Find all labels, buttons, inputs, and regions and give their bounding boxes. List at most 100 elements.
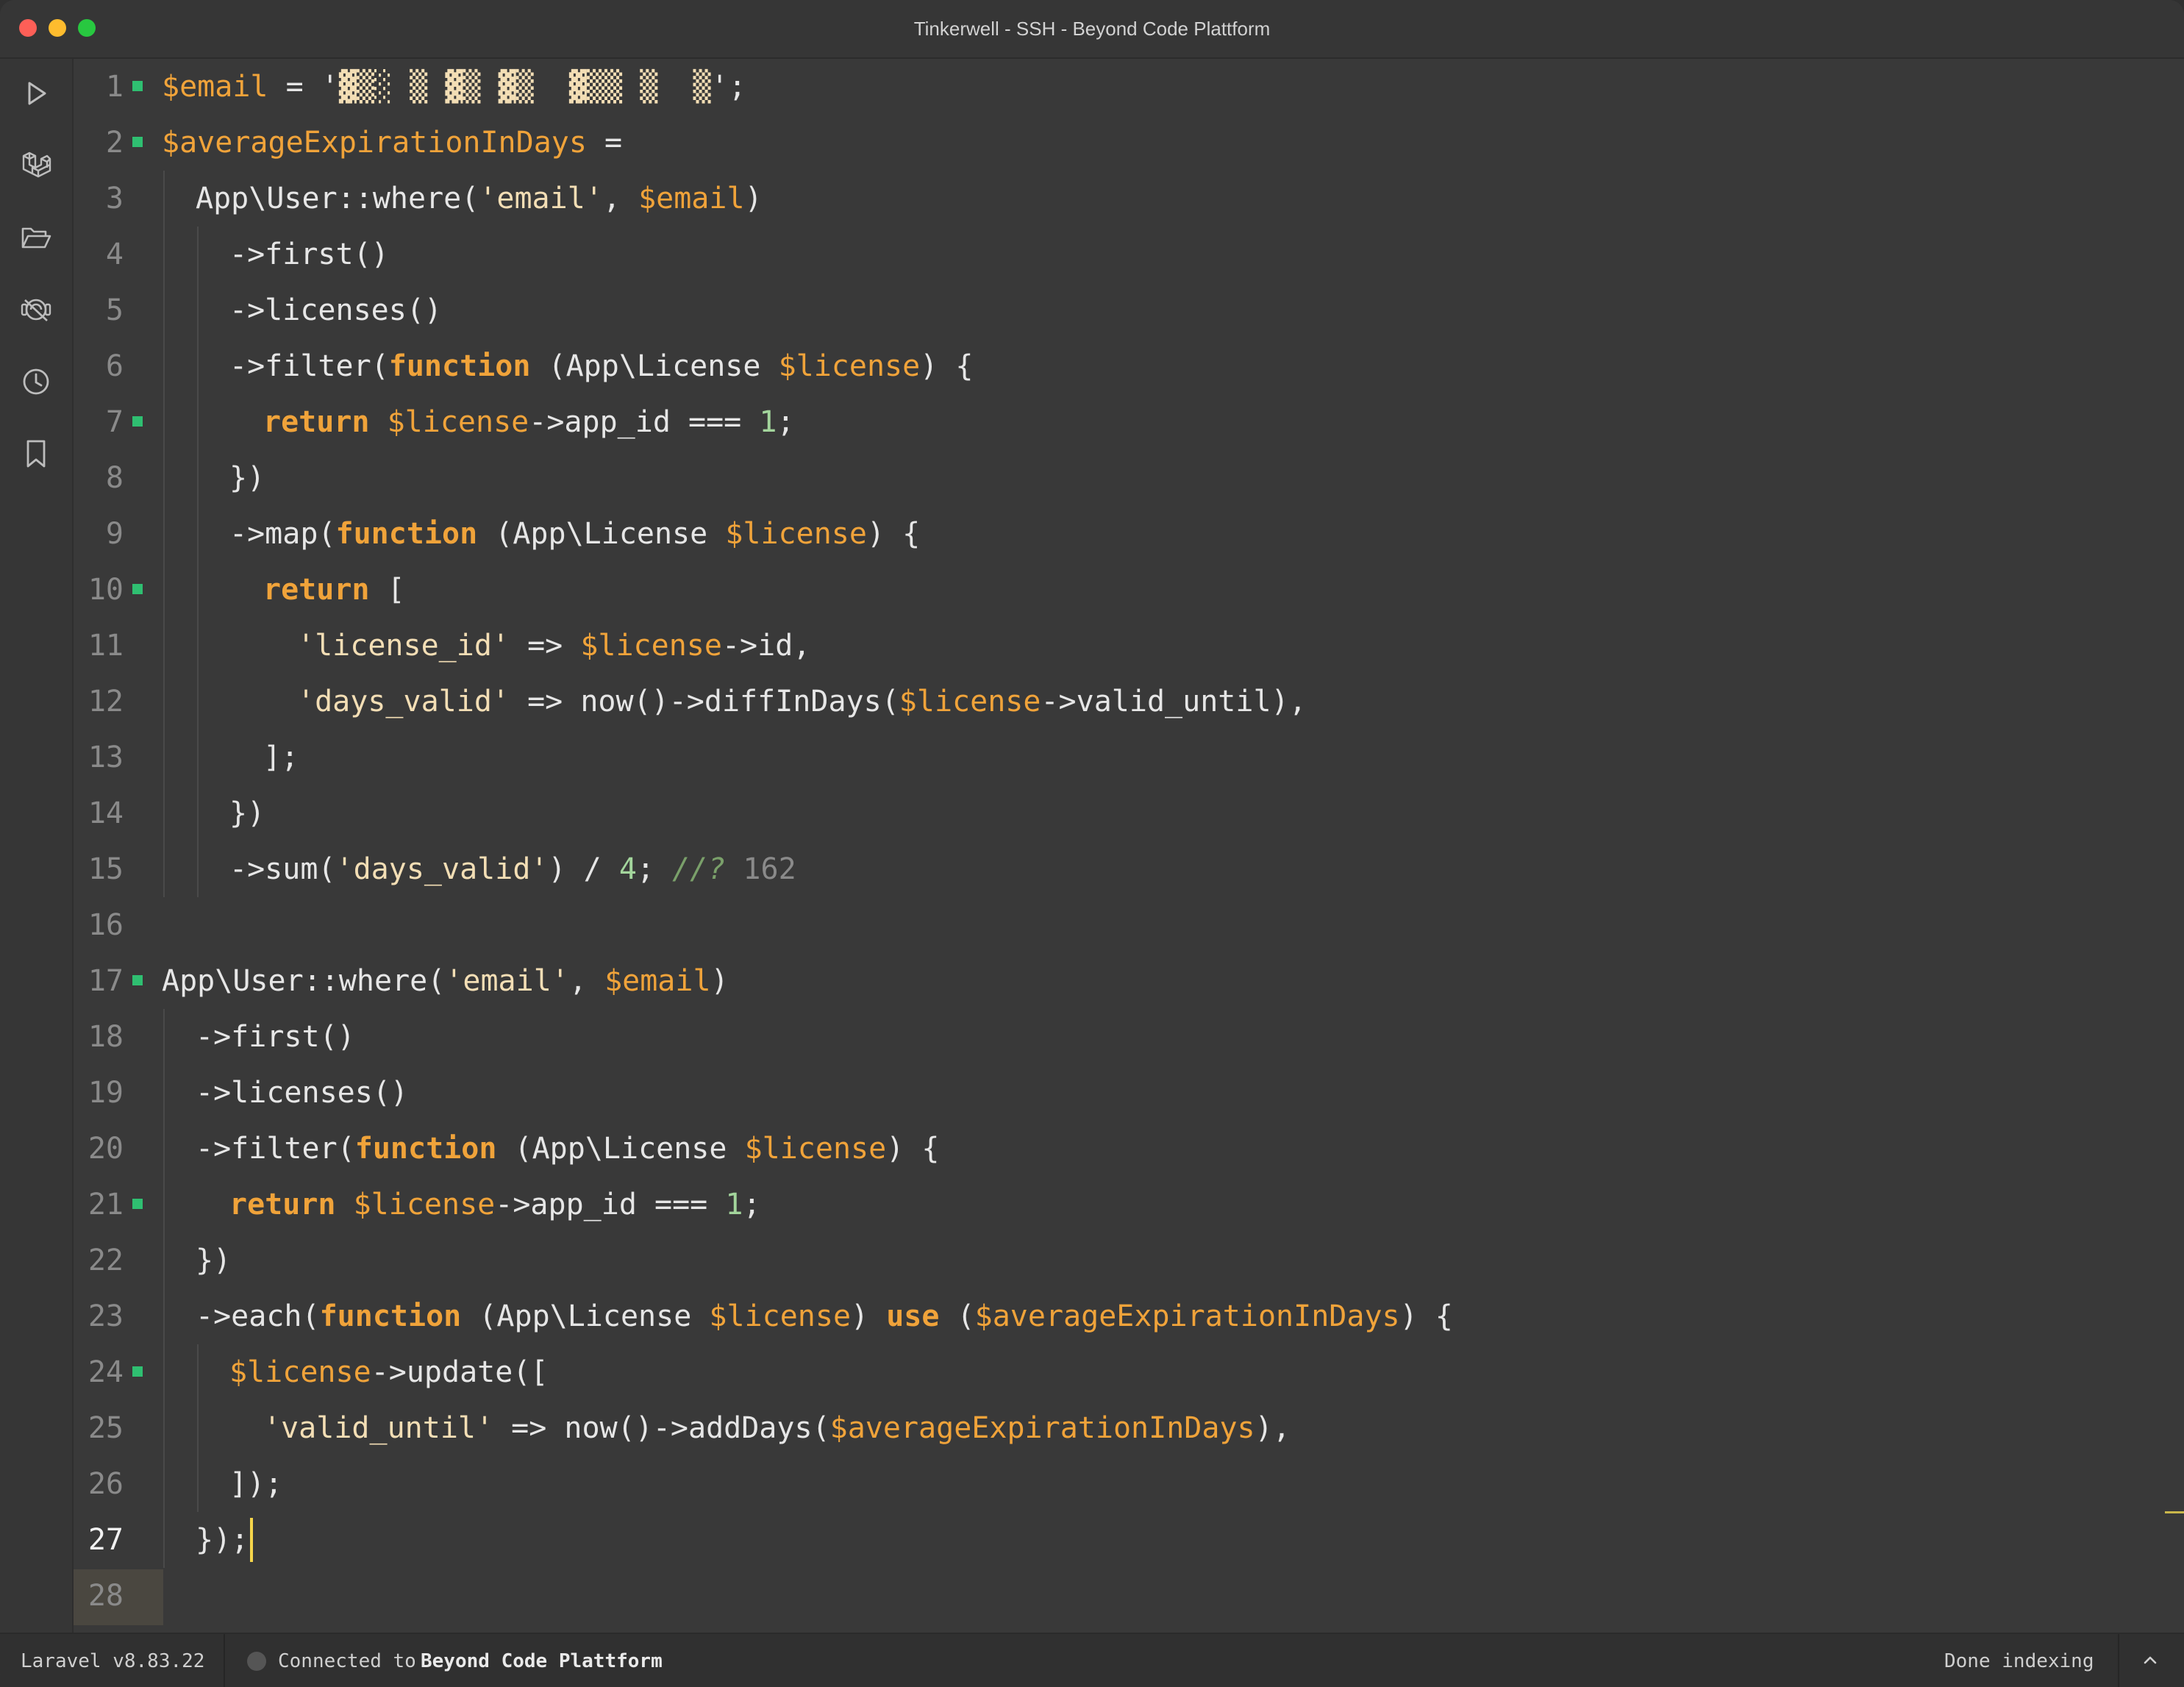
code-line[interactable]: 2 $averageExpirationInDays = [74, 115, 2103, 171]
line-number[interactable]: 9 [74, 506, 124, 562]
code-line[interactable]: 23 ->each(function (App\License $license)… [74, 1288, 2103, 1344]
code-text[interactable]: 'valid_until' => now()->addDays($average… [263, 1400, 1291, 1456]
code-text[interactable]: ->licenses() [229, 282, 442, 338]
code-text[interactable]: }); [196, 1512, 249, 1568]
code-token: $license [580, 629, 722, 663]
line-number[interactable]: 6 [74, 338, 124, 394]
code-line[interactable]: 20 ->filter(function (App\License $licens… [74, 1121, 2103, 1177]
code-line[interactable]: 17 App\User::where('email', $email) [74, 953, 2103, 1009]
line-number[interactable]: 2 [74, 115, 124, 171]
line-number[interactable]: 14 [74, 785, 124, 841]
code-line[interactable]: 26]); [74, 1456, 2103, 1512]
line-number[interactable]: 25 [74, 1400, 124, 1456]
code-line[interactable]: 25 'valid_until' => now()->addDays($avera… [74, 1400, 2103, 1456]
code-text[interactable]: }) [229, 450, 265, 506]
run-icon[interactable] [18, 75, 54, 112]
code-line[interactable]: 8}) [74, 450, 2103, 506]
code-text[interactable]: ->licenses() [196, 1065, 408, 1121]
code-token: $license [387, 405, 529, 439]
code-text[interactable]: App\User::where('email', $email) [196, 171, 763, 227]
code-line[interactable]: 9 ->map(function (App\License $license) { [74, 506, 2103, 562]
line-number[interactable]: 23 [74, 1288, 124, 1344]
code-text[interactable]: ->filter(function (App\License $license)… [229, 338, 973, 394]
code-line[interactable]: 27}); [74, 1512, 2103, 1568]
code-text[interactable]: 'license_id' => $license->id, [297, 618, 810, 674]
line-number[interactable]: 19 [74, 1065, 124, 1121]
line-number[interactable]: 15 [74, 841, 124, 897]
line-number[interactable]: 16 [74, 897, 124, 953]
line-number[interactable]: 22 [74, 1233, 124, 1288]
line-number[interactable]: 26 [74, 1456, 124, 1512]
code-text[interactable]: return $license->app_id === 1; [229, 1177, 761, 1233]
line-number[interactable]: 1 [74, 59, 124, 115]
folder-icon[interactable] [18, 219, 54, 256]
code-line[interactable]: 19 ->licenses() [74, 1065, 2103, 1121]
line-number[interactable]: 21 [74, 1177, 124, 1233]
code-text[interactable]: }) [196, 1233, 231, 1288]
code-line[interactable]: 28 [74, 1568, 2103, 1624]
indent-guide [197, 227, 199, 897]
remote-off-icon[interactable] [18, 291, 54, 328]
code-line[interactable]: 15 ->sum('days_valid') / 4; //? 162 [74, 841, 2103, 897]
code-line[interactable]: 10 return [ [74, 562, 2103, 618]
history-icon[interactable] [18, 363, 54, 400]
code-line[interactable]: 21 return $license->app_id === 1; [74, 1177, 2103, 1233]
connection-name[interactable]: Beyond Code Plattform [421, 1634, 663, 1687]
code-text[interactable]: App\User::where('email', $email) [162, 953, 729, 1009]
line-number[interactable]: 17 [74, 953, 124, 1009]
scroll-marker[interactable] [2165, 1511, 2184, 1513]
code-line[interactable]: 12 'days_valid' => now()->diffInDays($lic… [74, 674, 2103, 730]
code-text[interactable]: ->first() [196, 1009, 355, 1065]
line-number[interactable]: 13 [74, 730, 124, 785]
line-number[interactable]: 8 [74, 450, 124, 506]
line-number[interactable]: 18 [74, 1009, 124, 1065]
line-number[interactable]: 3 [74, 171, 124, 227]
line-number[interactable]: 28 [74, 1568, 124, 1624]
bookmark-icon[interactable] [18, 435, 54, 472]
line-number[interactable]: 24 [74, 1344, 124, 1400]
code-text[interactable]: ]; [263, 730, 299, 785]
line-number[interactable]: 10 [74, 562, 124, 618]
code-line[interactable]: 13]; [74, 730, 2103, 785]
chevron-up-icon[interactable] [2135, 1646, 2165, 1675]
code-text[interactable]: $averageExpirationInDays = [162, 115, 622, 171]
code-line[interactable]: 22}) [74, 1233, 2103, 1288]
code-line[interactable]: 3 App\User::where('email', $email) [74, 171, 2103, 227]
code-text[interactable]: }) [229, 785, 265, 841]
code-token: ) { [1399, 1299, 1453, 1333]
code-text[interactable]: ->filter(function (App\License $license)… [196, 1121, 939, 1177]
line-number[interactable]: 4 [74, 227, 124, 282]
code-text[interactable]: ->sum('days_valid') / 4; //? 162 [229, 841, 796, 897]
line-number[interactable]: 20 [74, 1121, 124, 1177]
code-text[interactable]: $email = '▓▒░ ▒ ▓▒ ▓▒ ▓▒▒ ▒ ▒'; [162, 59, 746, 115]
line-number[interactable]: 5 [74, 282, 124, 338]
code-line[interactable]: 7 return $license->app_id === 1; [74, 394, 2103, 450]
code-token: ) / [548, 852, 619, 886]
line-number[interactable]: 11 [74, 618, 124, 674]
code-line[interactable]: 5 ->licenses() [74, 282, 2103, 338]
line-number[interactable]: 7 [74, 394, 124, 450]
code-text[interactable]: ->map(function (App\License $license) { [229, 506, 920, 562]
line-number[interactable]: 27 [74, 1512, 124, 1568]
code-line[interactable]: 4 ->first() [74, 227, 2103, 282]
code-text[interactable]: return $license->app_id === 1; [263, 394, 795, 450]
laravel-icon[interactable] [18, 147, 54, 184]
code-editor[interactable]: 1 $email = '▓▒░ ▒ ▓▒ ▓▒ ▓▒▒ ▒ ▒'; 2 $averag… [74, 59, 2184, 1633]
code-line[interactable]: 24 $license->update([ [74, 1344, 2103, 1400]
code-token: function [354, 1132, 497, 1166]
code-token: ) [710, 964, 729, 998]
code-line[interactable]: 14}) [74, 785, 2103, 841]
code-text[interactable]: ]); [229, 1456, 282, 1512]
code-token: $license [725, 517, 867, 551]
code-text[interactable]: return [ [263, 562, 405, 618]
code-line[interactable]: 6 ->filter(function (App\License $license… [74, 338, 2103, 394]
code-line[interactable]: 18 ->first() [74, 1009, 2103, 1065]
code-line[interactable]: 16 [74, 897, 2103, 953]
code-line[interactable]: 1 $email = '▓▒░ ▒ ▓▒ ▓▒ ▓▒▒ ▒ ▒'; [74, 59, 2103, 115]
code-text[interactable]: 'days_valid' => now()->diffInDays($licen… [297, 674, 1307, 730]
line-number[interactable]: 12 [74, 674, 124, 730]
code-text[interactable]: $license->update([ [229, 1344, 548, 1400]
code-text[interactable]: ->first() [229, 227, 389, 282]
code-line[interactable]: 11 'license_id' => $license->id, [74, 618, 2103, 674]
code-text[interactable]: ->each(function (App\License $license) u… [196, 1288, 1453, 1344]
